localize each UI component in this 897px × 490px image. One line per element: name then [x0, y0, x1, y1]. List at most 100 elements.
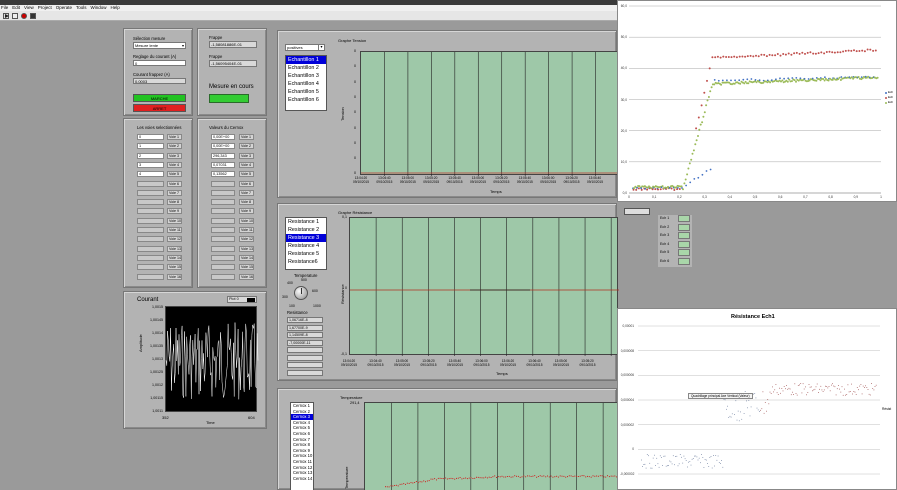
temperature-point — [483, 477, 485, 479]
courant-xtick-0: 352 — [162, 415, 169, 420]
voie-number-input[interactable] — [137, 208, 164, 215]
voie-number-input[interactable]: 4 — [137, 171, 164, 178]
run-continuous-icon[interactable] — [12, 13, 18, 19]
cernox-item[interactable]: Cernox 8 — [291, 442, 313, 448]
cernox-item[interactable]: Cernox 3 — [291, 414, 313, 420]
voie-number-input[interactable] — [137, 245, 164, 252]
resistance-item[interactable]: Resistance 4 — [286, 242, 326, 250]
resistance-legend-item[interactable]: Ech 3 — [658, 232, 692, 239]
echantillon-item[interactable]: Echantillon 1 — [286, 56, 326, 64]
resistance-legend-item[interactable]: Ech 5 — [658, 249, 692, 256]
excel-bottom-point — [645, 467, 647, 469]
temperature-point — [430, 478, 432, 480]
resistance-item[interactable]: Resistance6 — [286, 258, 326, 266]
pause-icon[interactable] — [30, 13, 36, 19]
arret-button[interactable]: ARRET — [133, 104, 186, 112]
voie-number-input[interactable]: 2 — [137, 152, 164, 159]
cernox-value — [211, 208, 235, 215]
excel-bottom-point — [855, 394, 857, 395]
temperature-point — [506, 476, 508, 477]
courant-legend[interactable]: Plot 0 — [227, 296, 257, 303]
excel-bottom-point — [790, 394, 792, 396]
voie-number-input[interactable] — [137, 264, 164, 271]
cernox-item[interactable]: Cernox 13 — [291, 470, 313, 476]
resistance-legend-item[interactable]: Ech 6 — [658, 257, 692, 265]
voies-title: Les voies selectionnées — [137, 125, 182, 130]
voie-number-input[interactable] — [137, 227, 164, 233]
voie-number-input[interactable] — [137, 180, 164, 187]
legend-label: Ech 5 — [660, 250, 670, 254]
legend-swatch — [678, 257, 690, 265]
abort-icon[interactable] — [21, 13, 27, 19]
temperature-point — [547, 475, 548, 477]
voie-number-input[interactable]: 0 — [137, 134, 164, 140]
run-icon[interactable] — [3, 13, 9, 19]
excel-bottom-point — [782, 390, 784, 392]
voie-number-input[interactable]: 1 — [137, 143, 164, 150]
voie-number-input[interactable] — [137, 189, 164, 196]
excel-bottom-point — [762, 391, 764, 393]
marche-button[interactable]: MARCHE — [133, 94, 186, 102]
cernox-item[interactable]: Cernox 14 — [291, 476, 313, 482]
echantillon-item[interactable]: Echantillon 5 — [286, 88, 326, 96]
cernox-select-list[interactable]: Cernox 1 Cernox 2 Cernox 3 Cernox 4 Cernox 5… — [290, 402, 314, 490]
resistance-list[interactable]: Resistance 1 Resistance 2 Resistance 3 Resi… — [285, 217, 327, 270]
excel-scatter-chart[interactable]: 60,0 50,0 40,0 30,0 20,0 10,0 0,0 0 0,1 0,2 0,3 0,… — [617, 0, 897, 202]
excel-bottom-point — [755, 397, 757, 399]
resistance-legend-item[interactable]: Ech 1 — [658, 215, 692, 222]
excel-top-point-c — [684, 178, 687, 181]
resistance-item[interactable]: Resistance 3 — [286, 234, 326, 242]
excel-bottom-point — [671, 463, 673, 465]
echantillon-item[interactable]: Echantillon 2 — [286, 64, 326, 72]
excel-top-point-b — [722, 55, 725, 58]
resistance-legend-item[interactable]: Ech 2 — [658, 223, 692, 231]
cernox-item[interactable]: Cernox 11 — [291, 459, 313, 465]
excel-bottom-point — [865, 385, 866, 387]
cernox-value — [211, 180, 235, 187]
resistance-item[interactable]: Resistance 2 — [286, 226, 326, 234]
temperature-knob[interactable] — [294, 286, 308, 300]
cernox-voie-name: Voie 9 — [239, 208, 254, 215]
cernox-item[interactable]: Cernox 6 — [291, 431, 313, 437]
voie-number-input[interactable] — [137, 199, 164, 206]
echantillon-item[interactable]: Echantillon 4 — [286, 80, 326, 88]
reglage-input[interactable]: 0 — [133, 60, 186, 66]
resistance-item[interactable]: Resistance 1 — [286, 218, 326, 226]
voie-number-input[interactable] — [137, 217, 164, 224]
excel-bottom-point — [868, 393, 870, 395]
temperature-point — [456, 477, 457, 479]
echantillon-item[interactable]: Echantillon 3 — [286, 72, 326, 80]
excel-resistance-chart[interactable]: Résistance Ech1 0,00001 0,000008 0,000006 0… — [617, 308, 897, 490]
temperature-point — [510, 476, 512, 478]
resistance-xtick: 13:06:40 09/10/2015 — [526, 359, 543, 367]
temperature-point — [492, 476, 494, 478]
excel-bottom-point — [655, 465, 656, 466]
voie-number-input[interactable]: 3 — [137, 161, 164, 168]
excel-top-point-b — [725, 56, 728, 58]
excel-bottom-point — [780, 392, 781, 394]
voie-number-input[interactable] — [137, 273, 164, 280]
temperature-point — [388, 486, 390, 488]
temperature-point — [554, 476, 556, 478]
voie-name: Voie 12 — [167, 236, 182, 243]
temperature-point — [425, 481, 426, 483]
excel-bottom-point — [781, 388, 783, 389]
voie-number-input[interactable] — [137, 236, 164, 243]
echantillon-item[interactable]: Echantillon 6 — [286, 96, 326, 104]
selection-dropdown[interactable]: Mesure lente ▾ — [133, 42, 186, 49]
cernox-item[interactable]: Cernox 1 — [291, 403, 313, 409]
echantillon-list[interactable]: Echantillon 1 Echantillon 2 Echantillon 3E… — [285, 55, 327, 111]
excel-top-point-b — [757, 55, 760, 58]
voie-number-input[interactable] — [137, 254, 164, 261]
temperature-ytick: 291,4 — [350, 401, 360, 405]
excel-top-point-b — [779, 54, 782, 57]
resistance-legend-item[interactable]: Ech 4 — [658, 240, 692, 248]
excel-bottom-point — [773, 391, 774, 393]
resistance-item[interactable]: Resistance 5 — [286, 250, 326, 258]
graph-palette[interactable] — [624, 208, 650, 215]
temperature-point — [519, 476, 521, 478]
excel-bottom-point — [707, 463, 708, 464]
selection-label: Sélection mesure — [133, 36, 166, 41]
tension-selector[interactable]: positives ▾ — [285, 44, 325, 51]
excel-bottom-point — [691, 458, 693, 460]
